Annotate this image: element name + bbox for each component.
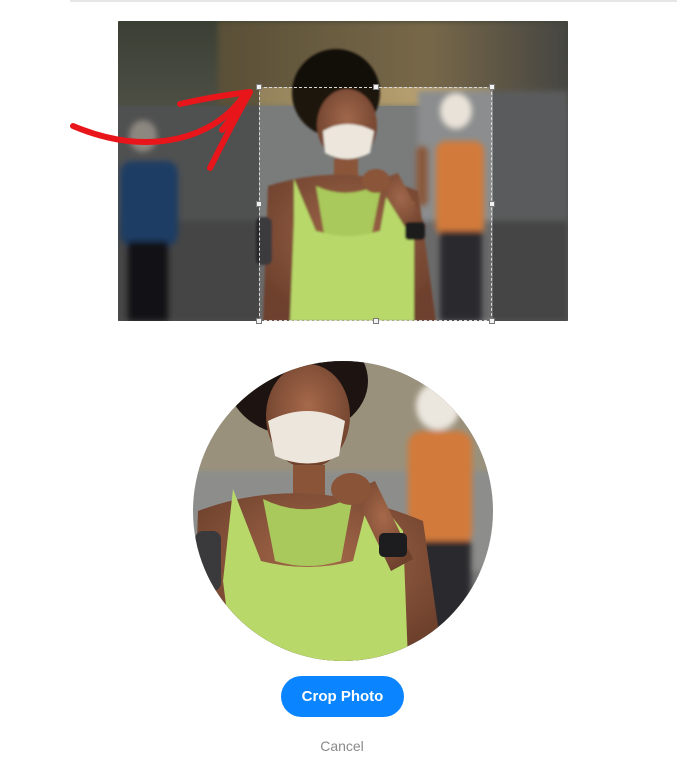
crop-handle-bottom[interactable]	[373, 318, 379, 324]
cancel-link[interactable]: Cancel	[292, 736, 392, 756]
crop-handle-left[interactable]	[256, 201, 262, 207]
crop-mask-top	[259, 21, 493, 87]
crop-mask-right	[493, 21, 568, 321]
crop-mask-left	[118, 21, 259, 321]
crop-selection[interactable]	[256, 84, 495, 324]
crop-handle-right[interactable]	[489, 201, 495, 207]
crop-photo-button[interactable]: Crop Photo	[281, 676, 404, 717]
crop-handle-top-left[interactable]	[256, 84, 262, 90]
crop-handle-bottom-right[interactable]	[489, 318, 495, 324]
preview-image	[193, 361, 493, 661]
crop-handle-top[interactable]	[373, 84, 379, 90]
crop-handle-top-right[interactable]	[489, 84, 495, 90]
top-divider	[70, 0, 677, 2]
cropped-photo-preview	[193, 361, 493, 661]
crop-handle-bottom-left[interactable]	[256, 318, 262, 324]
